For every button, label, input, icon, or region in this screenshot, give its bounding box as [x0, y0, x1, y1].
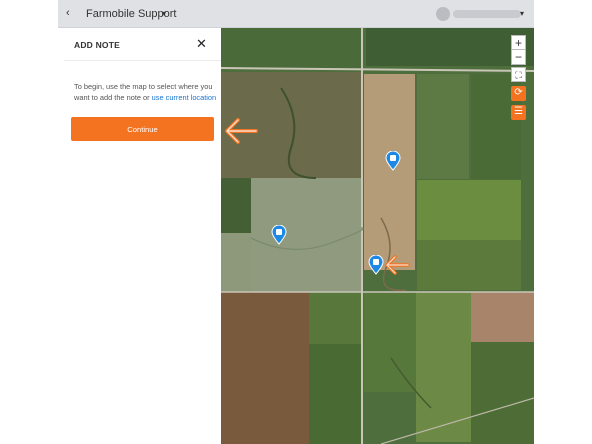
field	[366, 28, 534, 66]
field	[221, 28, 361, 68]
satellite-map[interactable]	[221, 28, 534, 444]
field	[471, 342, 534, 444]
fullscreen-icon[interactable]: ⛶	[511, 67, 526, 82]
zoom-out-button[interactable]: −	[511, 50, 526, 65]
sync-icon[interactable]: ⟳	[511, 86, 526, 101]
field	[417, 74, 469, 179]
field	[309, 344, 363, 444]
panel-header: ADD NOTE ✕	[64, 28, 221, 61]
field	[221, 178, 251, 233]
note-pin-icon[interactable]	[271, 225, 287, 245]
user-name-redacted[interactable]	[453, 10, 521, 18]
close-icon[interactable]: ✕	[196, 36, 207, 52]
annotation-arrow-icon	[225, 118, 258, 144]
field	[221, 292, 309, 444]
layers-icon[interactable]: ☰	[511, 105, 526, 120]
field	[309, 292, 363, 344]
field	[471, 292, 534, 342]
map-imagery	[221, 28, 534, 444]
panel-title: ADD NOTE	[74, 40, 120, 50]
highlight-field	[221, 233, 251, 292]
highlight-field	[251, 178, 363, 292]
instructions-text: To begin, use the map to select where yo…	[74, 81, 219, 103]
continue-button[interactable]: Continue	[71, 117, 214, 141]
note-pin-icon[interactable]	[368, 255, 384, 275]
avatar[interactable]	[436, 7, 450, 21]
user-menu-chevron-icon[interactable]: ▾	[520, 9, 524, 18]
use-current-location-link[interactable]: use current location	[152, 93, 217, 102]
field	[417, 240, 521, 290]
annotation-arrow-icon	[385, 255, 410, 275]
chevron-left-icon[interactable]: ‹	[66, 7, 70, 19]
zoom-in-button[interactable]: +	[511, 35, 526, 50]
chevron-down-icon[interactable]: ▾	[162, 9, 166, 18]
page-gutter-left	[0, 0, 58, 444]
add-note-panel: ADD NOTE ✕ To begin, use the map to sele…	[64, 28, 222, 444]
note-pin-icon[interactable]	[385, 151, 401, 171]
field	[417, 180, 521, 240]
field	[364, 292, 416, 392]
top-app-bar: ‹ Farmobile Support ▾ ▾	[58, 0, 534, 28]
page-gutter-right	[534, 0, 592, 444]
